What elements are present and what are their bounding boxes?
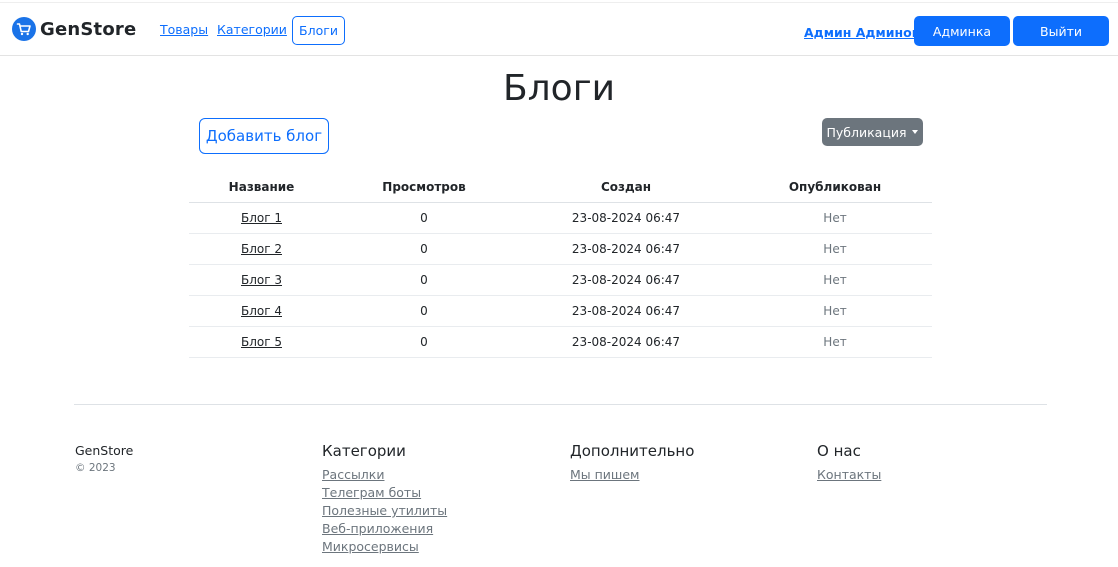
blog-title-link[interactable]: Блог 2 [241, 242, 282, 256]
footer-link-microservices[interactable]: Микросервисы [322, 539, 419, 554]
column-header-title: Название [189, 172, 334, 203]
published-cell: Нет [738, 233, 932, 265]
footer-divider [74, 404, 1047, 405]
blog-title-link[interactable]: Блог 5 [241, 335, 282, 349]
table-header-row: Название Просмотров Создан Опубликован [189, 172, 932, 203]
footer-link-list: Мы пишем [570, 466, 694, 484]
add-blog-button[interactable]: Добавить блог [199, 118, 329, 154]
table-row: Блог 4 0 23-08-2024 06:47 Нет [189, 295, 932, 327]
created-cell: 23-08-2024 06:47 [514, 295, 738, 327]
footer-link-list: Контакты [817, 466, 881, 484]
published-cell: Нет [738, 202, 932, 234]
blog-title-cell: Блог 4 [189, 295, 334, 327]
views-cell: 0 [334, 233, 514, 265]
views-cell: 0 [334, 326, 514, 358]
footer-link-newsletters[interactable]: Рассылки [322, 467, 384, 482]
footer-heading: Дополнительно [570, 442, 695, 460]
logout-button[interactable]: Выйти [1013, 16, 1109, 46]
column-header-created: Создан [514, 172, 738, 203]
blog-title-link[interactable]: Блог 1 [241, 211, 282, 225]
column-header-published: Опубликован [738, 172, 932, 203]
publication-filter-label: Публикация [826, 124, 907, 140]
footer-link-utilities[interactable]: Полезные утилиты [322, 503, 447, 518]
published-cell: Нет [738, 295, 932, 327]
nav-link-blogs-active[interactable]: Блоги [292, 16, 345, 45]
admin-button[interactable]: Админка [914, 16, 1010, 46]
published-cell: Нет [738, 326, 932, 358]
footer-link-we-write[interactable]: Мы пишем [570, 467, 639, 482]
table-row: Блог 1 0 23-08-2024 06:47 Нет [189, 202, 932, 234]
table-row: Блог 3 0 23-08-2024 06:47 Нет [189, 264, 932, 296]
table-row: Блог 2 0 23-08-2024 06:47 Нет [189, 233, 932, 265]
brand-link[interactable]: GenStore [12, 16, 136, 42]
created-cell: 23-08-2024 06:47 [514, 326, 738, 358]
blogs-table: Название Просмотров Создан Опубликован Б… [189, 172, 932, 358]
shopping-cart-icon [12, 17, 36, 41]
blog-title-cell: Блог 2 [189, 233, 334, 265]
caret-down-icon [912, 130, 919, 134]
user-profile-link[interactable]: Админ Админов [804, 25, 920, 40]
navbar: GenStore Товары Категории Блоги Админ Ад… [0, 2, 1118, 56]
footer-brand: GenStore [75, 443, 134, 458]
footer-copyright: © 2023 [75, 462, 116, 474]
footer-about-section: О нас Контакты [817, 442, 881, 484]
footer-heading: Категории [322, 442, 406, 460]
footer-brand-section: GenStore © 2023 [75, 442, 133, 474]
footer-link-telegram-bots[interactable]: Телеграм боты [322, 485, 421, 500]
footer-heading: О нас [817, 442, 861, 460]
blog-title-cell: Блог 1 [189, 202, 334, 234]
created-cell: 23-08-2024 06:47 [514, 264, 738, 296]
published-cell: Нет [738, 264, 932, 296]
views-cell: 0 [334, 202, 514, 234]
footer-categories-section: Категории Рассылки Телеграм боты Полезны… [322, 442, 447, 556]
column-header-views: Просмотров [334, 172, 514, 203]
blog-title-link[interactable]: Блог 4 [241, 304, 282, 318]
nav-link-categories[interactable]: Категории [217, 22, 287, 37]
footer-link-web-apps[interactable]: Веб-приложения [322, 521, 433, 536]
blog-title-link[interactable]: Блог 3 [241, 273, 282, 287]
table-row: Блог 5 0 23-08-2024 06:47 Нет [189, 326, 932, 358]
nav-link-products[interactable]: Товары [160, 22, 208, 37]
created-cell: 23-08-2024 06:47 [514, 233, 738, 265]
footer-link-list: Рассылки Телеграм боты Полезные утилиты … [322, 466, 447, 556]
views-cell: 0 [334, 295, 514, 327]
publication-filter-dropdown[interactable]: Публикация [822, 118, 923, 146]
brand-name: GenStore [40, 18, 137, 40]
page-title: Блоги [502, 68, 616, 109]
blog-title-cell: Блог 3 [189, 264, 334, 296]
footer-link-contacts[interactable]: Контакты [817, 467, 881, 482]
footer-extra-section: Дополнительно Мы пишем [570, 442, 694, 484]
created-cell: 23-08-2024 06:47 [514, 202, 738, 234]
views-cell: 0 [334, 264, 514, 296]
blog-title-cell: Блог 5 [189, 326, 334, 358]
